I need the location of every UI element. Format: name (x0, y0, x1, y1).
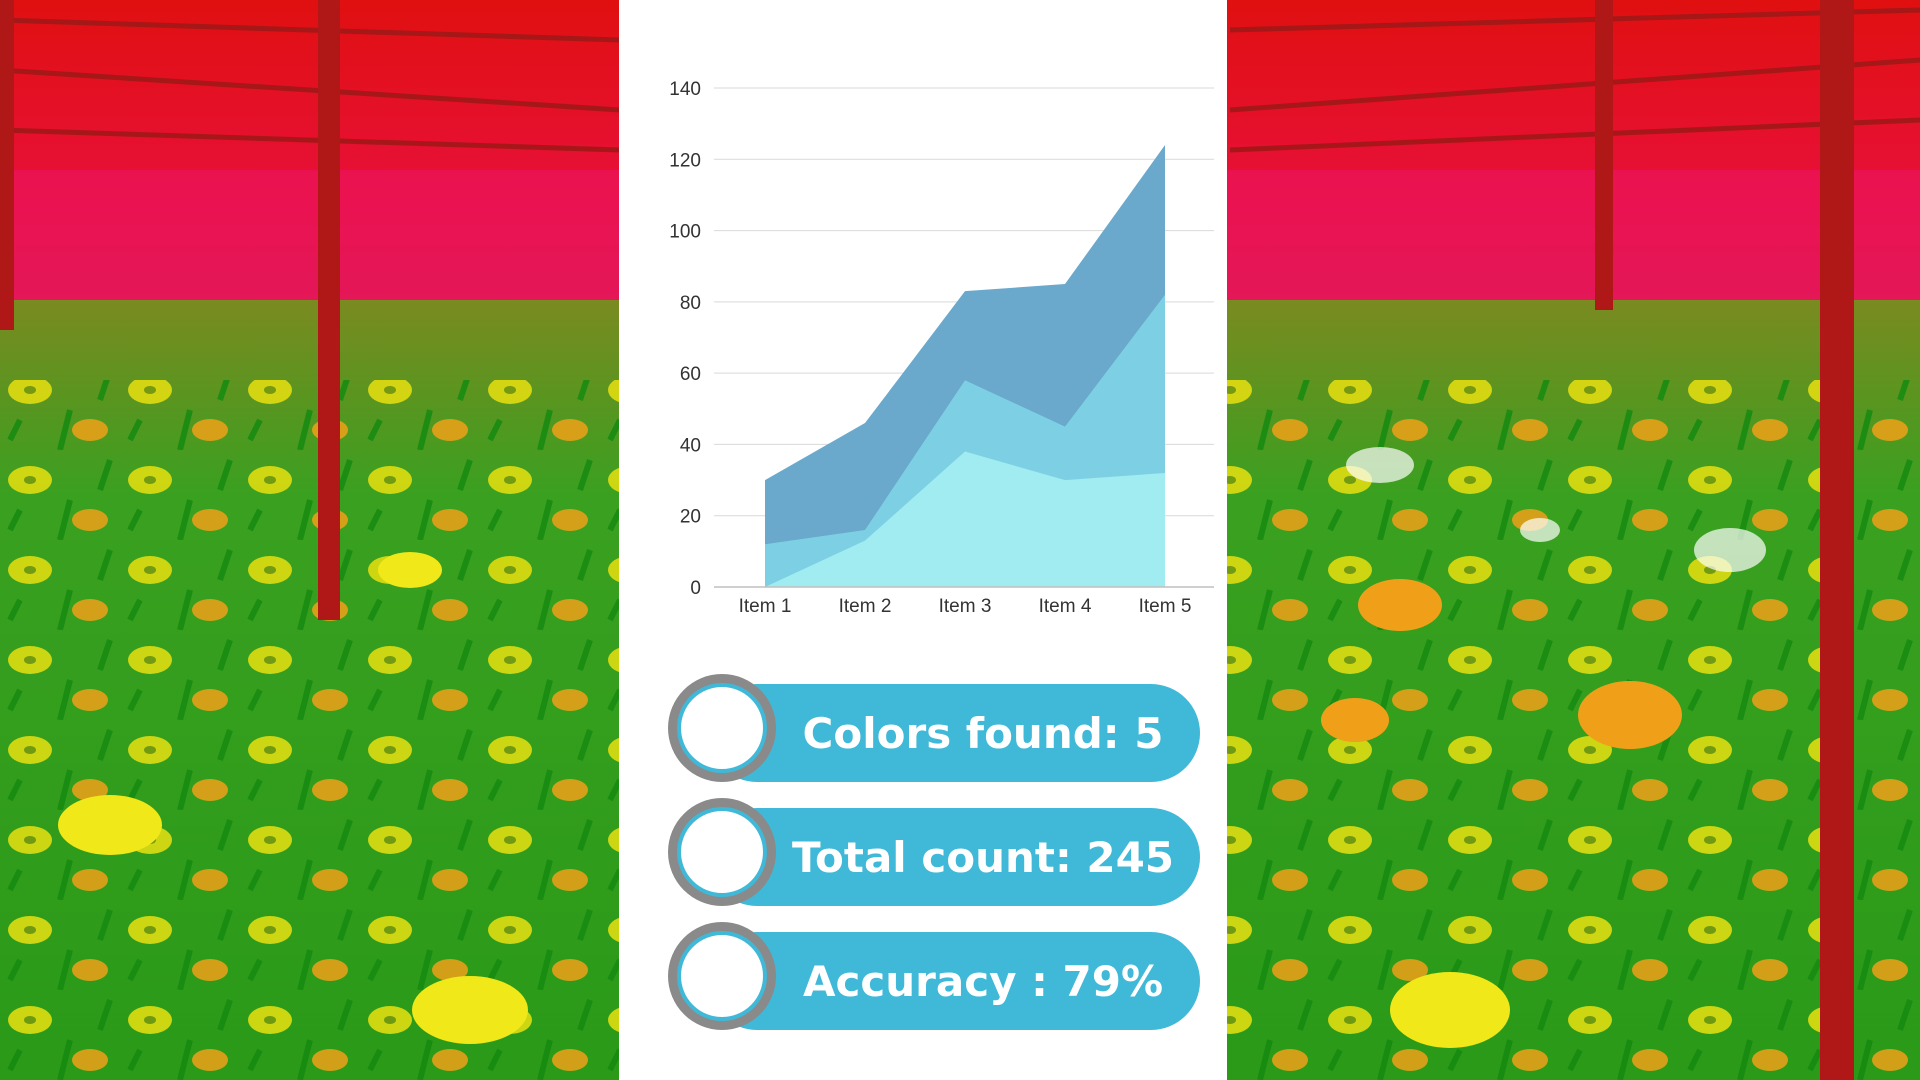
stat-total-count: Total count: 245 (668, 798, 1200, 906)
x-tick-label: Item 2 (839, 596, 892, 617)
x-tick-label: Item 3 (939, 596, 992, 617)
y-tick-label: 40 (680, 435, 701, 456)
stat-total-count-label: Total count: 245 (791, 832, 1175, 882)
x-tick-label: Item 1 (739, 596, 792, 617)
stat-colors-found-label: Colors found: 5 (802, 708, 1164, 758)
y-tick-label: 100 (669, 222, 701, 243)
stat-colors-found: Colors found: 5 (668, 674, 1200, 782)
stat-accuracy-label: Accuracy : 79% (802, 956, 1164, 1006)
circle-icon (668, 674, 776, 782)
x-tick-label: Item 5 (1139, 596, 1192, 617)
y-tick-label: 60 (680, 364, 701, 385)
y-tick-label: 80 (680, 293, 701, 314)
area-chart: 0 20 40 60 80 100 120 140 Item 1 Item 2 Item 3 Item… (669, 79, 1214, 617)
y-tick-label: 0 (690, 578, 701, 599)
results-panel: 0 20 40 60 80 100 120 140 Item 1 Item 2 Item 3 Item… (619, 0, 1227, 1080)
stat-accuracy: Accuracy : 79% (668, 922, 1200, 1030)
y-tick-label: 140 (669, 79, 701, 100)
x-tick-label: Item 4 (1039, 596, 1092, 617)
circle-icon (668, 798, 776, 906)
y-tick-label: 120 (669, 150, 701, 171)
circle-icon (668, 922, 776, 1030)
y-tick-label: 20 (680, 507, 701, 528)
